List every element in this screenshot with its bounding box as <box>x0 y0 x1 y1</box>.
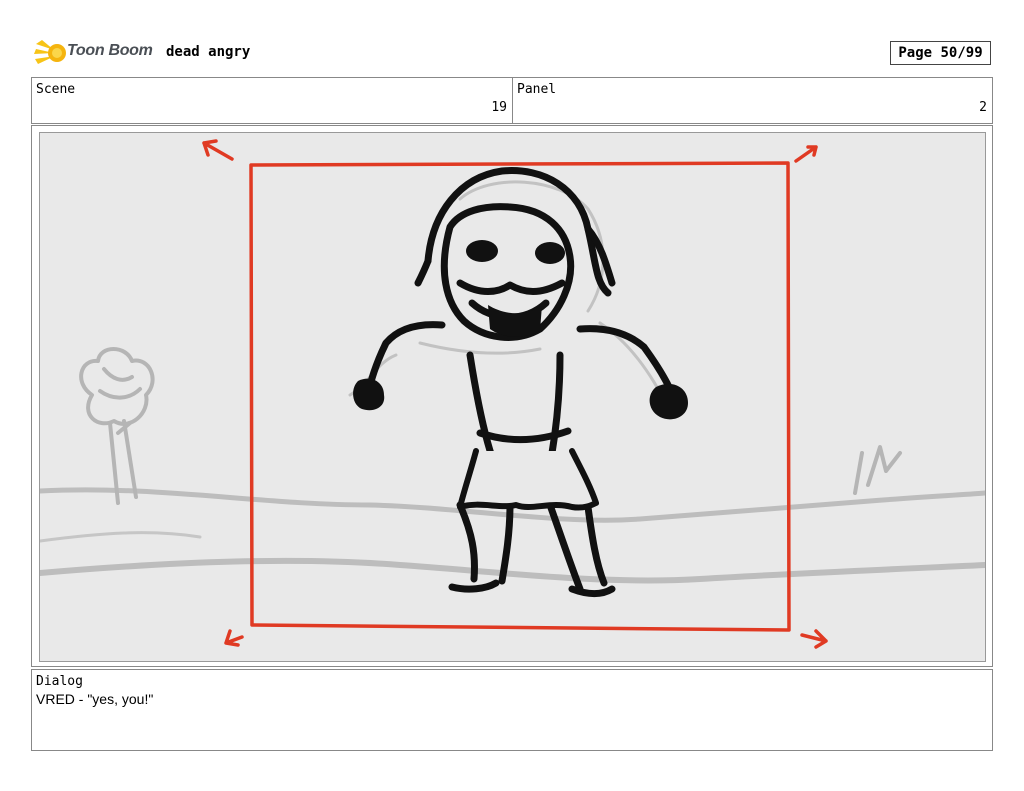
scene-number: 19 <box>491 100 507 115</box>
panel-label: Panel <box>517 82 557 97</box>
storyboard-sketch <box>37 139 988 649</box>
character-skirt <box>457 448 599 511</box>
tree-sketch <box>79 347 155 505</box>
character-sketch <box>364 167 678 597</box>
character-ghost <box>348 180 668 405</box>
dialog-label: Dialog <box>36 674 83 689</box>
camera-frame <box>202 139 828 649</box>
grass-tuft <box>853 445 902 495</box>
scene-cell: Scene 19 <box>32 78 513 123</box>
ground-line <box>37 557 988 584</box>
panel-drawing <box>37 132 988 662</box>
logo-text: Toon Boom <box>67 42 153 59</box>
ground-line <box>38 531 202 543</box>
toon-boom-burst-icon <box>34 40 66 64</box>
dialog-box: Dialog VRED - "yes, you!" <box>31 669 993 751</box>
panel-cell: Panel 2 <box>513 78 992 123</box>
scene-panel-row: Scene 19 Panel 2 <box>31 77 993 124</box>
page-indicator: Page 50/99 <box>890 41 991 65</box>
panel-number: 2 <box>979 100 987 115</box>
panel-frame <box>31 125 993 667</box>
project-title: dead angry <box>166 44 251 60</box>
dialog-text: VRED - "yes, you!" <box>36 691 154 707</box>
scene-label: Scene <box>36 82 76 97</box>
